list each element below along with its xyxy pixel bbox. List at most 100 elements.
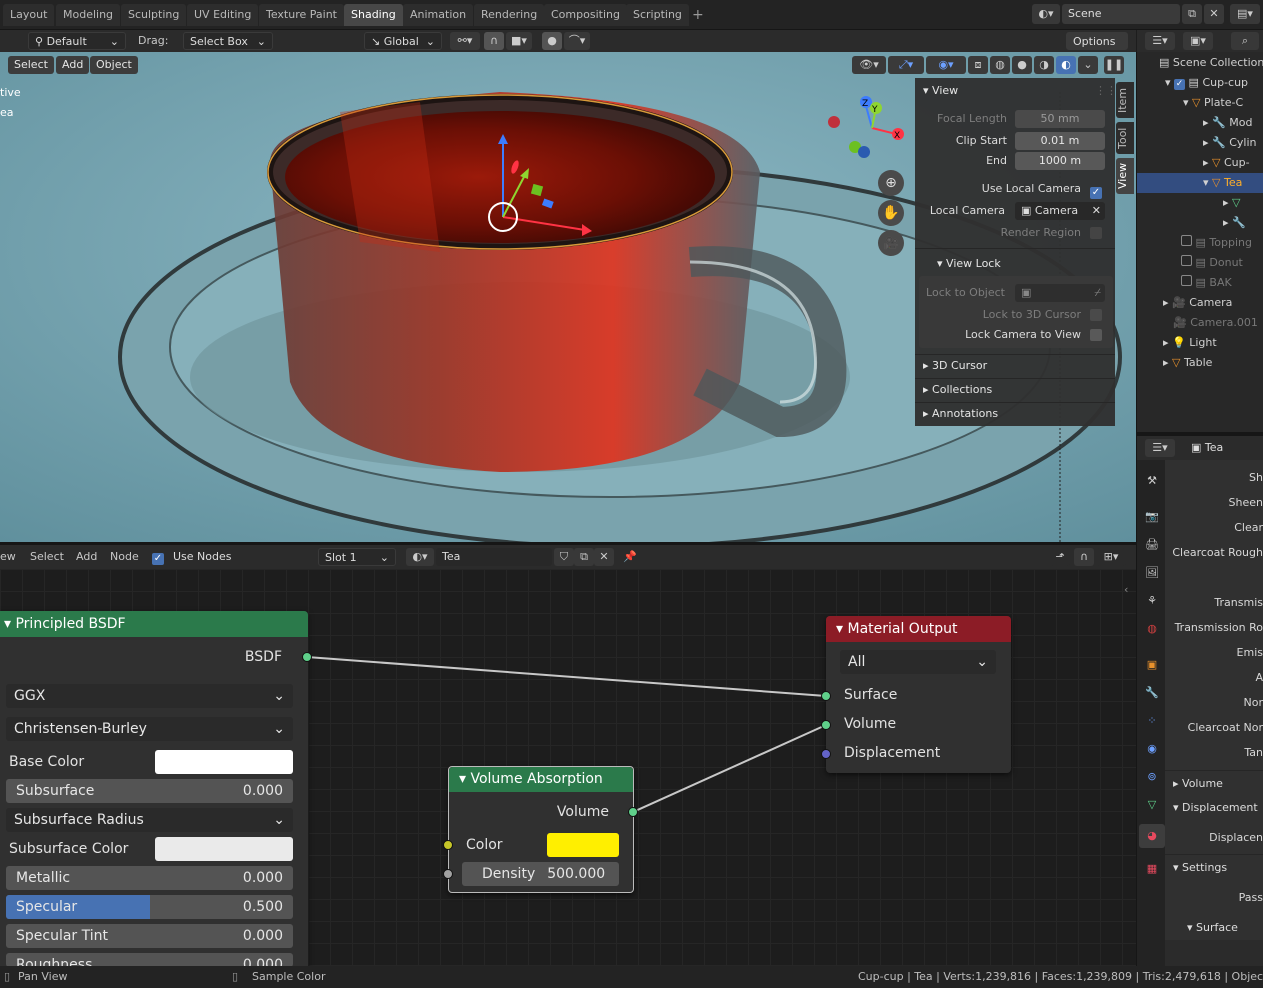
outliner-item-tea-modifier[interactable]: ▸ 🔧 — [1137, 213, 1263, 233]
tab-view[interactable]: View — [1116, 158, 1134, 194]
collapse-icon[interactable]: ▾ — [836, 621, 847, 637]
tool-icon[interactable]: ⚒ — [1141, 474, 1163, 494]
outliner-item-cylinder[interactable]: ▸ 🔧 Cylin — [1137, 133, 1263, 153]
material-name-field[interactable]: Tea — [436, 548, 552, 566]
select-menu[interactable]: Select — [8, 56, 54, 74]
view-layer-icon[interactable]: ▤▾ — [1230, 4, 1260, 24]
collections-header[interactable]: ▸ Collections — [923, 381, 992, 399]
material-icon[interactable]: ◕ — [1139, 824, 1165, 848]
display-mode-icon[interactable]: ▣▾ — [1183, 32, 1213, 50]
editor-type-icon[interactable]: ☰▾ — [1145, 32, 1175, 50]
eyedropper-icon[interactable]: ⌿ — [1094, 284, 1105, 302]
roughness-field[interactable]: Roughness 0.000 — [6, 953, 293, 966]
constraints-icon[interactable]: ⊚ — [1141, 770, 1163, 790]
camera-view-icon[interactable]: 🎥 — [878, 230, 904, 256]
proportional-edit-icon[interactable]: ● — [542, 32, 562, 50]
tab-item[interactable]: Item — [1116, 82, 1134, 118]
drag-handle-icon[interactable]: ⋮⋮ — [1095, 82, 1117, 100]
clip-end-field[interactable]: 1000 m — [1015, 152, 1105, 170]
density-field[interactable]: Density 500.000 — [462, 862, 619, 886]
focal-length-field[interactable]: 50 mm — [1015, 110, 1105, 128]
rendered-shading-icon[interactable]: ◐ — [1056, 56, 1076, 74]
unlink-material-icon[interactable]: ✕ — [594, 548, 614, 566]
mesh-data-icon[interactable]: ▽ — [1141, 798, 1163, 818]
material-shading-icon[interactable]: ◑ — [1034, 56, 1054, 74]
subsurface-color-swatch[interactable] — [155, 837, 293, 861]
volume-absorption-node[interactable]: ▾ Volume Absorption Volume Color Density… — [448, 766, 634, 893]
subsurface-method-dropdown[interactable]: Christensen-Burley ⌄ — [6, 717, 293, 741]
world-icon[interactable]: ◍ — [1141, 622, 1163, 642]
zoom-icon[interactable]: ⊕ — [878, 170, 904, 196]
tab-compositing[interactable]: Compositing — [544, 4, 627, 26]
add-menu[interactable]: Add — [56, 56, 90, 74]
select-menu[interactable]: Select — [30, 548, 64, 566]
use-local-camera-checkbox[interactable]: ✓ — [1090, 183, 1102, 199]
snap-icon[interactable]: ∩ — [1074, 548, 1094, 566]
close-icon[interactable]: ✕ — [1204, 4, 1224, 24]
tab-sculpting[interactable]: Sculpting — [121, 4, 187, 26]
local-camera-field[interactable]: ▣ Camera ✕ — [1015, 202, 1105, 220]
sidebar-toggle-icon[interactable]: ‹ — [1124, 583, 1128, 596]
orientation-dropdown[interactable]: ⚲ Default ⌄ — [28, 32, 126, 50]
outliner-item-tea-mesh[interactable]: ▸ ▽ — [1137, 193, 1263, 213]
outliner-item-camera[interactable]: ▸ 🎥 Camera — [1137, 293, 1263, 313]
clear-icon[interactable]: ✕ — [1092, 202, 1105, 220]
annotations-header[interactable]: ▸ Annotations — [923, 405, 998, 423]
visibility-icon[interactable]: 👁▾ — [852, 56, 886, 74]
node-title[interactable]: ▾ Volume Absorption — [449, 767, 633, 792]
outliner-item-cup-cup[interactable]: ▾ ✓ ▤ Cup-cup — [1137, 73, 1263, 93]
object-menu[interactable]: Object — [90, 56, 138, 74]
specular-tint-field[interactable]: Specular Tint 0.000 — [6, 924, 293, 948]
snap-mode-icon[interactable]: ⊞▾ — [1096, 548, 1126, 566]
view-layer-icon[interactable]: 🖼 — [1141, 566, 1163, 586]
collapse-icon[interactable]: ▾ — [4, 616, 15, 632]
pause-icon[interactable]: ❚❚ — [1104, 56, 1124, 74]
physics-icon[interactable]: ◉ — [1141, 742, 1163, 762]
outliner-item-topping[interactable]: ▤ Topping — [1137, 233, 1263, 253]
volume-input-socket[interactable] — [821, 720, 831, 730]
view-section-header[interactable]: ▾ View — [923, 82, 958, 100]
include-checkbox[interactable]: ✓ — [1174, 79, 1186, 90]
modifier-wrench-icon[interactable]: 🔧 — [1141, 686, 1163, 706]
base-color-swatch[interactable] — [155, 750, 293, 774]
pin-icon[interactable]: 📌 — [620, 548, 640, 566]
outliner-item-tea[interactable]: ▾ ▽ Tea — [1137, 173, 1263, 193]
drag-dropdown[interactable]: Select Box ⌄ — [183, 32, 273, 50]
outliner-item-table[interactable]: ▸ ▽ Table — [1137, 353, 1263, 373]
metallic-field[interactable]: Metallic 0.000 — [6, 866, 293, 890]
material-browse-icon[interactable]: ◐▾ — [406, 548, 434, 566]
target-dropdown[interactable]: All ⌄ — [840, 650, 996, 674]
outliner-item-camera-001[interactable]: 🎥 Camera.001 — [1137, 313, 1263, 333]
outliner-item-bak[interactable]: ▤ BAK — [1137, 273, 1263, 293]
shading-options-icon[interactable]: ⌄ — [1078, 56, 1098, 74]
node-editor-canvas[interactable]: ▾ Principled BSDF BSDF GGX ⌄ Christensen-… — [0, 569, 1136, 966]
specular-slider[interactable]: Specular 0.500 — [6, 895, 293, 919]
tab-animation[interactable]: Animation — [403, 4, 474, 26]
settings-section-header[interactable]: ▾ Settings — [1173, 858, 1227, 878]
include-checkbox[interactable] — [1181, 235, 1192, 246]
area-divider[interactable] — [1136, 52, 1137, 966]
outliner-item-donut[interactable]: ▤ Donut — [1137, 253, 1263, 273]
principled-bsdf-node[interactable]: ▾ Principled BSDF BSDF GGX ⌄ Christensen-… — [0, 611, 308, 966]
tab-shading[interactable]: Shading — [344, 4, 403, 26]
pivot-point-icon[interactable]: ⚯▾ — [450, 32, 480, 50]
scene-browse-icon[interactable]: ◐▾ — [1032, 4, 1060, 24]
object-icon[interactable]: ▣ — [1141, 658, 1163, 678]
tab-layout[interactable]: Layout — [3, 4, 55, 26]
distribution-dropdown[interactable]: GGX ⌄ — [6, 684, 293, 708]
material-output-node[interactable]: ▾ Material Output All ⌄ Surface Volume Di… — [826, 616, 1011, 773]
snap-icon[interactable]: ∩ — [484, 32, 504, 50]
3d-cursor-header[interactable]: ▸ 3D Cursor — [923, 357, 987, 375]
particles-icon[interactable]: ⁘ — [1141, 714, 1163, 734]
displacement-input-socket[interactable] — [821, 749, 831, 759]
clip-start-field[interactable]: 0.01 m — [1015, 132, 1105, 150]
volume-section-header[interactable]: ▸ Volume — [1173, 774, 1223, 794]
snap-target-icon[interactable]: ■▾ — [506, 32, 532, 50]
options-dropdown[interactable]: Options ⌄ — [1066, 32, 1128, 66]
new-scene-icon[interactable]: ⧉ — [1182, 4, 1202, 24]
tab-texture-paint[interactable]: Texture Paint — [259, 4, 344, 26]
outliner-item-modifier[interactable]: ▸ 🔧 Mod — [1137, 113, 1263, 133]
tab-modeling[interactable]: Modeling — [56, 4, 121, 26]
hand-pan-icon[interactable]: ✋ — [878, 200, 904, 226]
render-region-checkbox[interactable] — [1090, 227, 1102, 239]
